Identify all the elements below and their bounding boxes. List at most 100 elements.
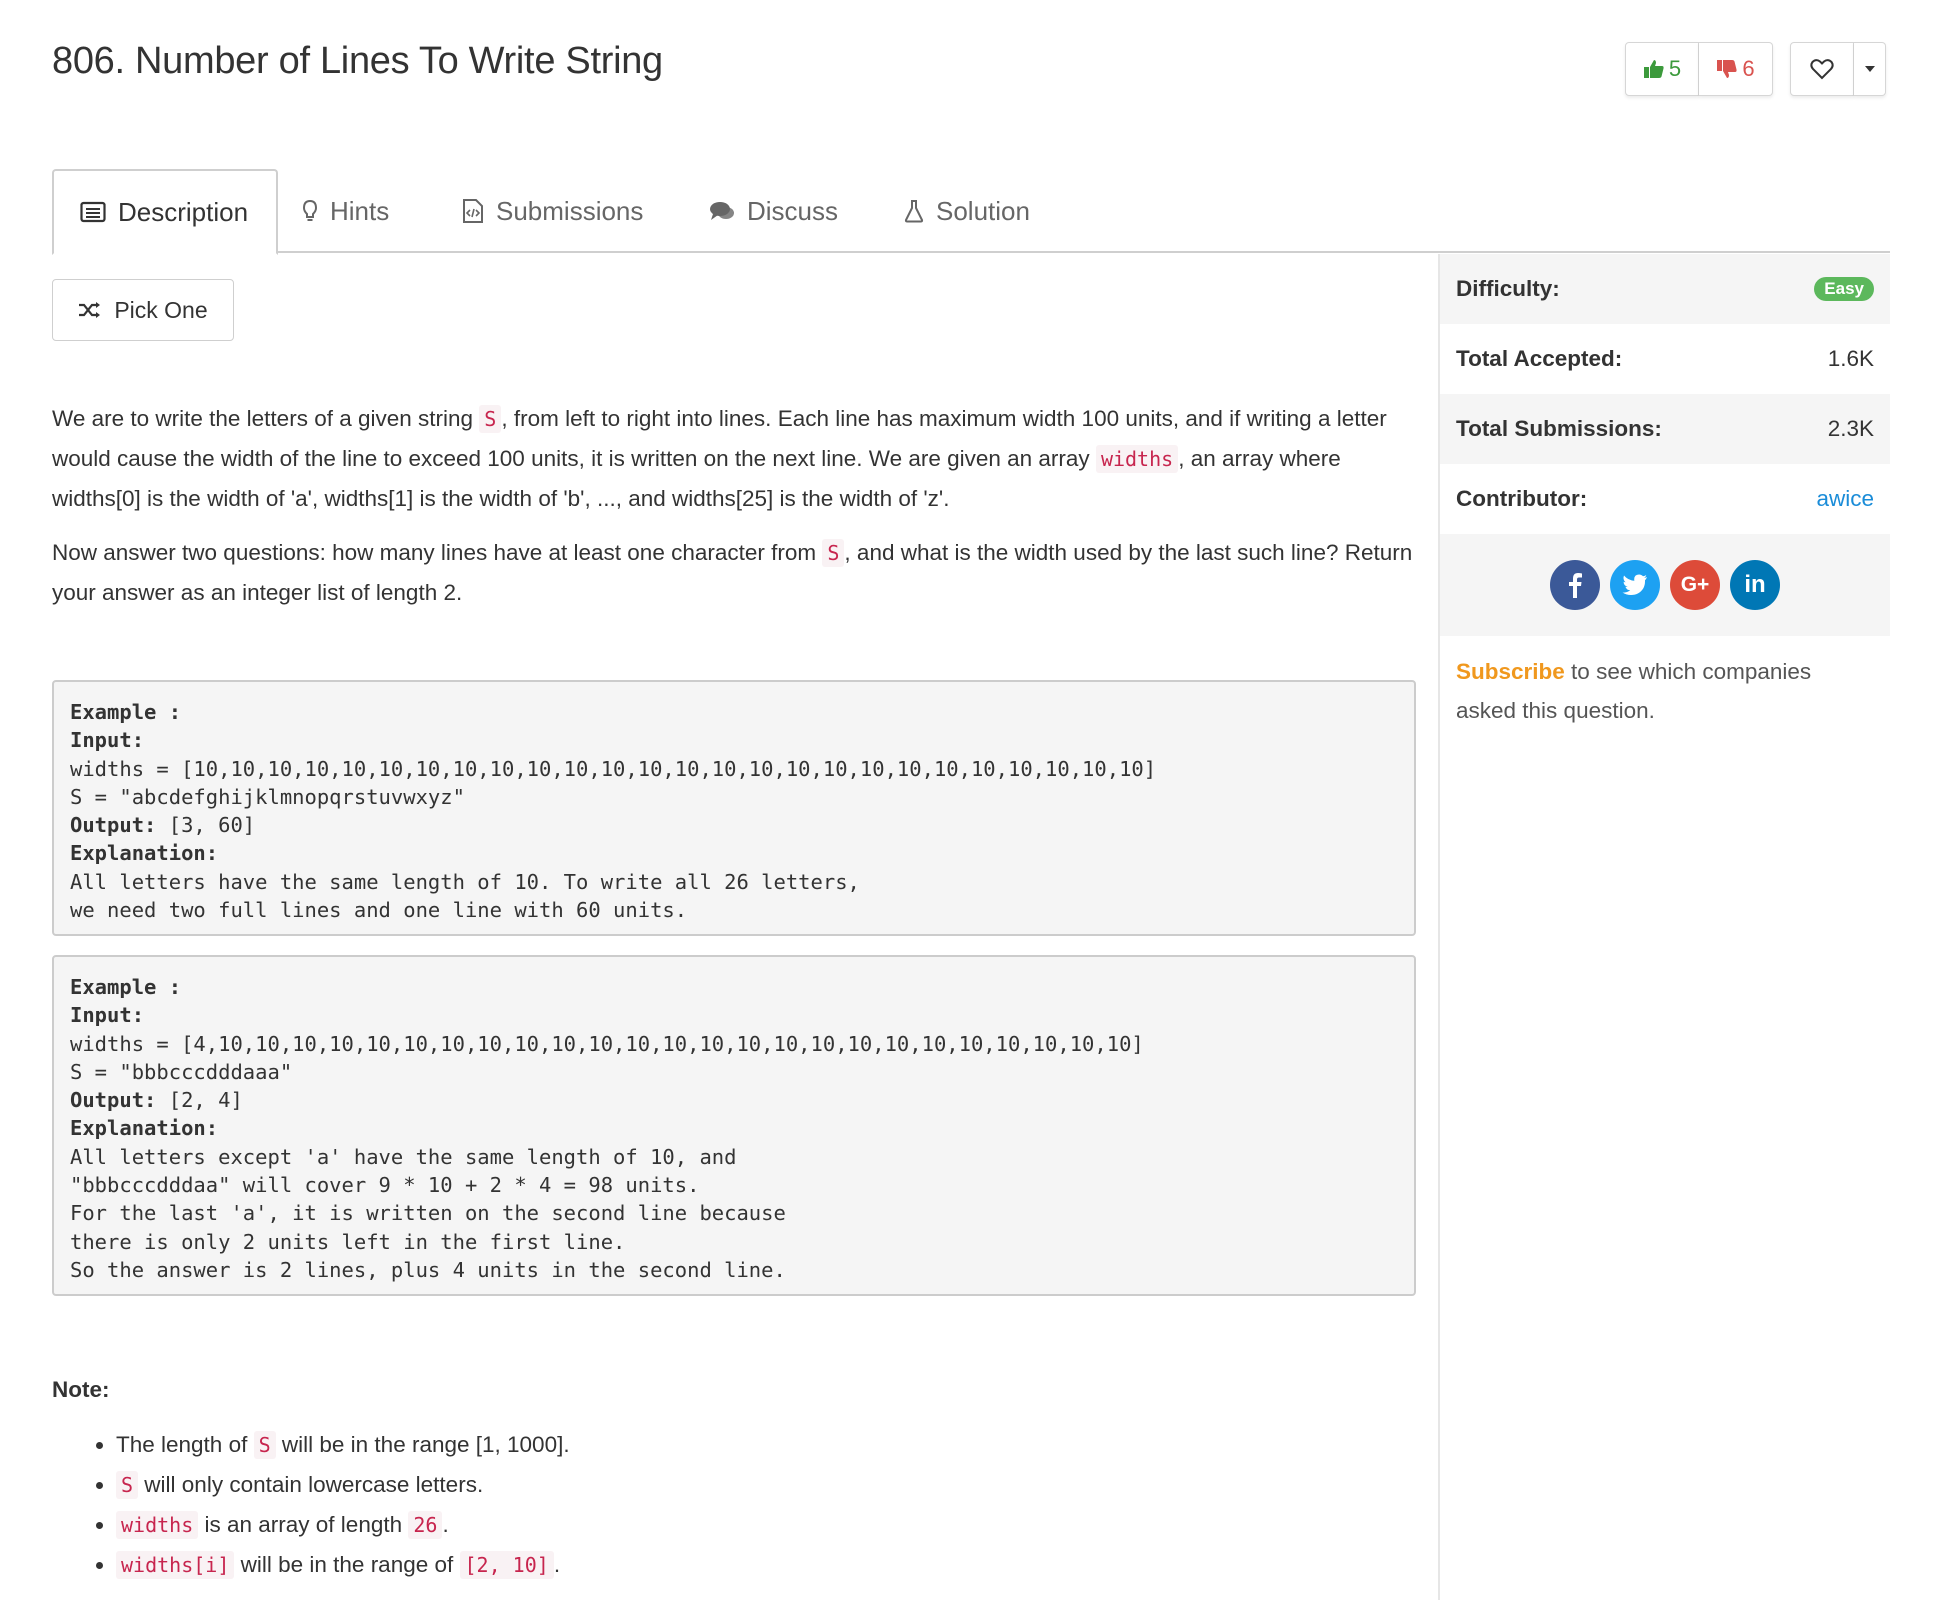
- description-paragraph: Now answer two questions: how many lines…: [52, 533, 1432, 613]
- explanation-line: "bbbcccdddaa" will cover 9 * 10 + 2 * 4 …: [70, 1173, 700, 1198]
- tab-label: Discuss: [747, 195, 839, 226]
- thumbs-down-icon: [1717, 60, 1737, 78]
- tab-description[interactable]: Description: [52, 169, 278, 255]
- inline-code: widths: [1095, 445, 1179, 473]
- text: We are to write the letters of a given s…: [52, 406, 480, 431]
- example-heading: Example :: [70, 975, 182, 999]
- output-value: [3, 60]: [156, 813, 256, 838]
- facebook-icon[interactable]: [1550, 560, 1600, 610]
- difficulty-label: Difficulty:: [1456, 276, 1560, 301]
- lightbulb-icon: [302, 199, 318, 221]
- flask-icon: [904, 200, 924, 223]
- tab-hints[interactable]: Hints: [302, 169, 389, 253]
- page-title: 806. Number of Lines To Write String: [52, 40, 663, 82]
- s-line: S = "abcdefghijklmnopqrstuvwxyz": [70, 784, 465, 809]
- text: is an array of length: [198, 1512, 409, 1537]
- text: Now answer two questions: how many lines…: [52, 540, 823, 565]
- note-item: widths is an array of length 26.: [116, 1505, 570, 1545]
- tab-submissions[interactable]: Submissions: [462, 169, 643, 253]
- social-share-row: G+ in: [1440, 534, 1890, 636]
- description-paragraph: We are to write the letters of a given s…: [52, 399, 1432, 519]
- explanation-line: So the answer is 2 lines, plus 4 units i…: [70, 1257, 786, 1282]
- explanation-line: there is only 2 units left in the first …: [70, 1229, 626, 1254]
- explanation-label: Explanation:: [70, 1116, 219, 1141]
- upvote-count: 5: [1668, 56, 1682, 81]
- tab-label: Description: [118, 196, 249, 227]
- downvote-count: 6: [1742, 56, 1755, 81]
- favorite-dropdown-button[interactable]: [1854, 42, 1886, 96]
- note-item: The length of S will be in the range [1,…: [116, 1425, 570, 1465]
- text: .: [553, 1552, 561, 1577]
- twitter-icon[interactable]: [1610, 560, 1660, 610]
- pick-one-button[interactable]: Pick One: [52, 279, 234, 341]
- code-file-icon: [463, 199, 483, 223]
- inline-code: widths: [116, 1511, 199, 1539]
- accepted-row: Total Accepted: 1.6K: [1440, 324, 1890, 394]
- pick-one-label: Pick One: [114, 296, 208, 323]
- inline-code: S: [822, 539, 845, 567]
- note-title: Note:: [52, 1377, 110, 1402]
- subscribe-link[interactable]: Subscribe: [1456, 659, 1565, 684]
- inline-code: 26: [408, 1511, 443, 1539]
- difficulty-badge: Easy: [1814, 277, 1874, 301]
- text: The length of: [116, 1432, 254, 1457]
- upvote-button[interactable]: 5: [1625, 42, 1699, 96]
- text: will be in the range [1, 1000].: [275, 1432, 570, 1457]
- widths-line: widths = [4,10,10,10,10,10,10,10,10,10,1…: [70, 1031, 1144, 1056]
- example-block: Example : Input: widths = [4,10,10,10,10…: [52, 955, 1416, 1297]
- contributor-label: Contributor:: [1456, 486, 1588, 511]
- submissions-label: Total Submissions:: [1456, 416, 1662, 441]
- problem-description: We are to write the letters of a given s…: [52, 399, 1432, 627]
- submissions-value: 2.3K: [1827, 416, 1874, 441]
- tab-discuss[interactable]: Discuss: [709, 169, 838, 253]
- contributor-link[interactable]: awice: [1816, 486, 1874, 512]
- inline-code: widths[i]: [116, 1551, 235, 1579]
- note-list: The length of S will be in the range [1,…: [52, 1425, 570, 1585]
- tab-solution[interactable]: Solution: [904, 169, 1030, 253]
- explanation-label: Explanation:: [70, 841, 219, 866]
- inline-code: S: [116, 1471, 139, 1499]
- input-label: Input:: [70, 728, 145, 753]
- caret-down-icon: [1864, 66, 1875, 72]
- explanation-line: we need two full lines and one line with…: [70, 898, 688, 923]
- explanation-line: All letters have the same length of 10. …: [70, 869, 860, 894]
- sidebar: Difficulty: Easy Total Accepted: 1.6K To…: [1438, 254, 1890, 1600]
- shuffle-icon: [79, 302, 101, 318]
- difficulty-row: Difficulty: Easy: [1440, 254, 1890, 324]
- input-label: Input:: [70, 1003, 145, 1028]
- subscribe-notice: Subscribe to see which companies asked t…: [1440, 636, 1890, 746]
- linkedin-icon[interactable]: in: [1730, 560, 1780, 610]
- tab-label: Solution: [936, 195, 1030, 226]
- text: will only contain lowercase letters.: [138, 1472, 484, 1497]
- favorite-button[interactable]: [1790, 42, 1854, 96]
- google-plus-icon[interactable]: G+: [1670, 560, 1720, 610]
- tab-bar: Description Hints Submissions Discuss So…: [52, 169, 1890, 255]
- note-item: S will only contain lowercase letters.: [116, 1465, 570, 1505]
- inline-code: S: [253, 1431, 276, 1459]
- explanation-line: For the last 'a', it is written on the s…: [70, 1201, 786, 1226]
- accepted-value: 1.6K: [1827, 346, 1874, 371]
- submissions-row: Total Submissions: 2.3K: [1440, 394, 1890, 464]
- explanation-line: All letters except 'a' have the same len…: [70, 1144, 737, 1169]
- heart-icon: [1810, 59, 1834, 80]
- output-value: [2, 4]: [156, 1088, 243, 1113]
- example-block: Example : Input: widths = [10,10,10,10,1…: [52, 680, 1416, 937]
- favorite-group: [1790, 42, 1886, 96]
- output-label: Output:: [70, 1088, 157, 1113]
- output-label: Output:: [70, 813, 157, 838]
- note-item: widths[i] will be in the range of [2, 10…: [116, 1545, 570, 1585]
- inline-code: [2, 10]: [459, 1551, 554, 1579]
- contributor-row: Contributor: awice: [1440, 464, 1890, 534]
- tab-label: Hints: [330, 195, 390, 226]
- vote-group: 5 6: [1625, 42, 1773, 96]
- tab-label: Submissions: [496, 195, 644, 226]
- text: will be in the range of: [234, 1552, 460, 1577]
- text: .: [442, 1512, 449, 1537]
- thumbs-up-icon: [1643, 60, 1664, 78]
- comments-icon: [710, 202, 734, 220]
- accepted-label: Total Accepted:: [1456, 346, 1623, 371]
- example-heading: Example :: [70, 700, 182, 724]
- downvote-button[interactable]: 6: [1699, 42, 1773, 96]
- s-line: S = "bbbcccdddaaa": [70, 1059, 293, 1084]
- inline-code: S: [479, 405, 502, 433]
